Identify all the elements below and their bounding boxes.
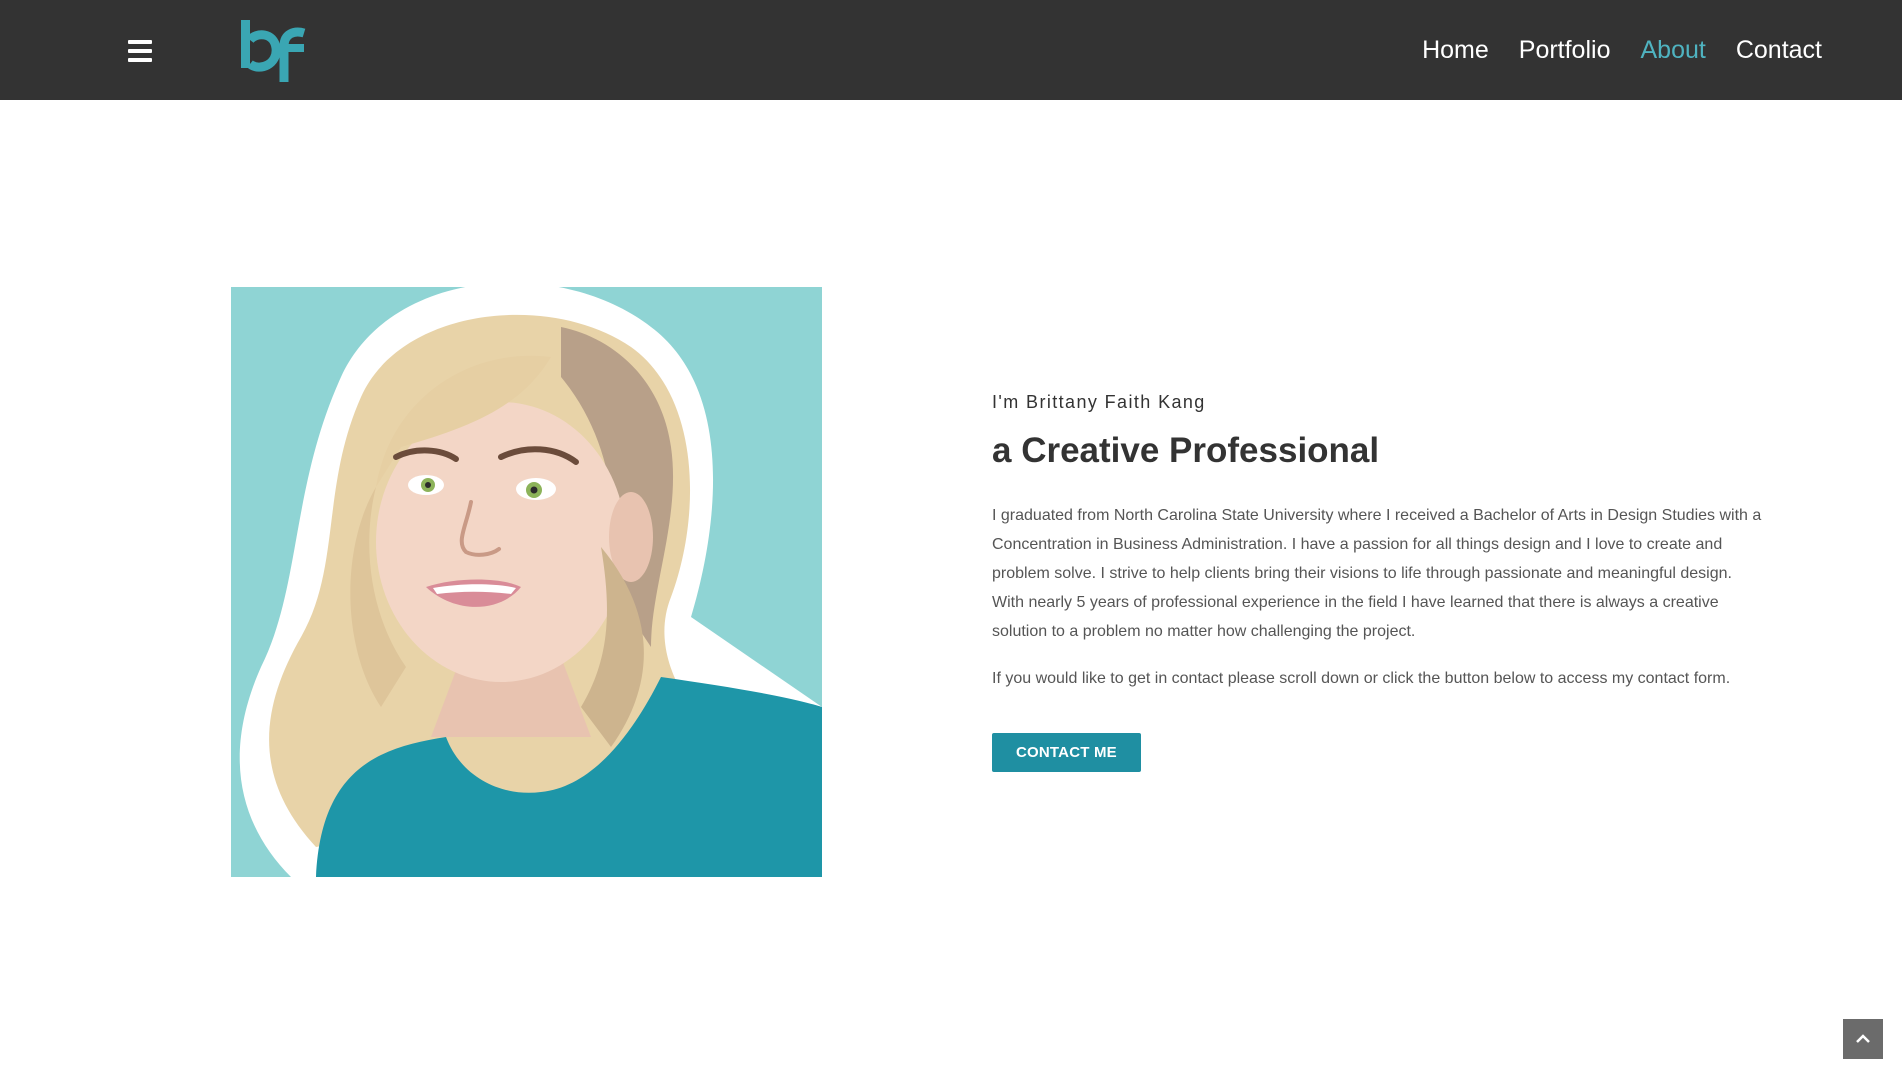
portrait-artwork bbox=[231, 287, 822, 877]
logo[interactable] bbox=[238, 16, 310, 82]
contact-prompt: If you would like to get in contact plea… bbox=[992, 670, 1731, 687]
portrait-illustration bbox=[231, 287, 822, 877]
intro-name: I'm Brittany Faith Kang bbox=[992, 392, 1206, 412]
about-section: I'm Brittany Faith Kang a Creative Profe… bbox=[992, 392, 1762, 772]
main-nav: Home Portfolio About Contact bbox=[1422, 0, 1822, 100]
contact-me-button[interactable]: CONTACT ME bbox=[992, 733, 1141, 772]
nav-about[interactable]: About bbox=[1640, 36, 1705, 65]
nav-portfolio[interactable]: Portfolio bbox=[1519, 36, 1611, 65]
chevron-up-icon bbox=[1856, 1034, 1870, 1043]
bio-paragraph: I graduated from North Carolina State Un… bbox=[992, 507, 1762, 640]
bf-logo-icon bbox=[241, 20, 306, 82]
site-header: Home Portfolio About Contact bbox=[0, 0, 1902, 100]
scroll-to-top-button[interactable] bbox=[1843, 1019, 1883, 1059]
nav-home[interactable]: Home bbox=[1422, 36, 1489, 65]
page-title: a Creative Professional bbox=[992, 431, 1380, 470]
hamburger-icon[interactable] bbox=[128, 40, 152, 62]
nav-contact[interactable]: Contact bbox=[1736, 36, 1822, 65]
